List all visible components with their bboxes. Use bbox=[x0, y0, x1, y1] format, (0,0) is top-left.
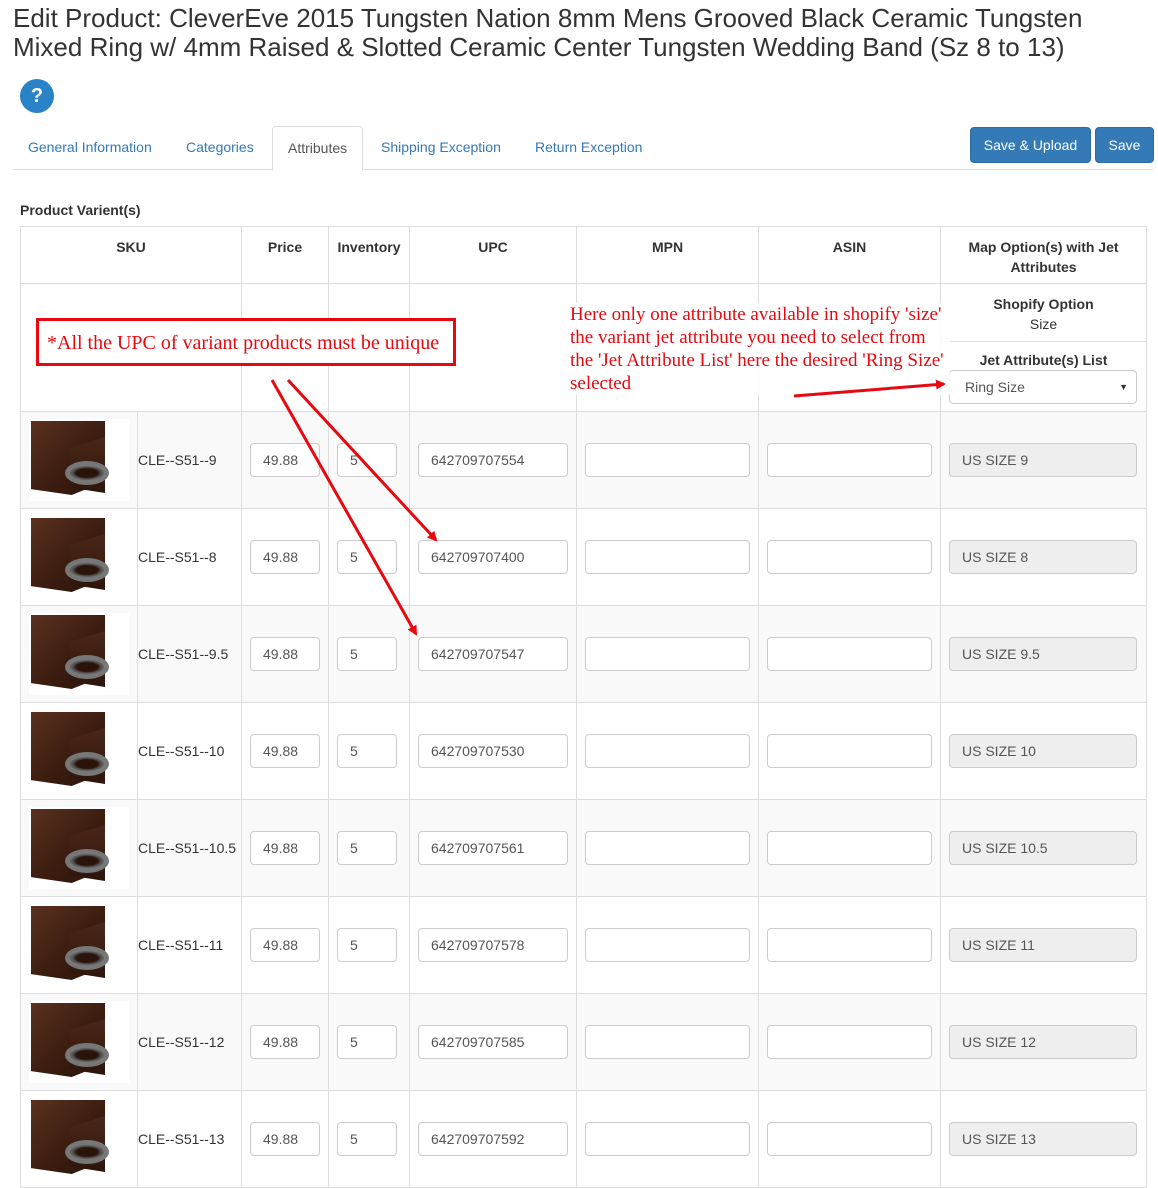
annotation-arrows bbox=[270, 378, 946, 636]
arrow-to-upc-8 bbox=[286, 378, 438, 542]
arrow-to-jet-select bbox=[793, 379, 946, 398]
arrow-to-upc-9-5 bbox=[270, 379, 418, 636]
